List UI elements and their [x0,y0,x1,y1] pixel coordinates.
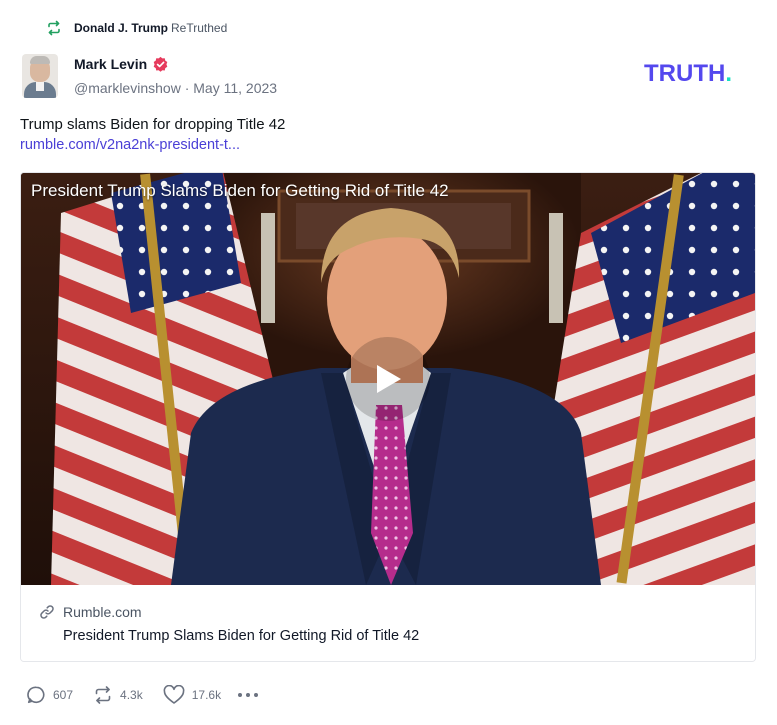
retruth-banner: Donald J. Trump ReTruthed [46,20,227,36]
card-title[interactable]: President Trump Slams Biden for Getting … [63,628,419,644]
retruth-icon [48,20,60,36]
avatar[interactable] [22,54,58,98]
verified-badge-icon [153,56,168,72]
retruth-count: 4.3k [120,688,143,702]
post-actions: 607 4.3k 17.6k [26,684,259,706]
reply-count: 607 [53,688,74,702]
card-meta[interactable]: Rumble.com President Trump Slams Biden f… [21,585,755,661]
post-date[interactable]: May 11, 2023 [193,80,277,96]
retruth-user[interactable]: Donald J. Trump [74,21,168,35]
video-thumbnail[interactable]: President Trump Slams Biden for Getting … [21,173,755,585]
card-source-label: Rumble.com [63,604,142,620]
more-icon [238,693,259,697]
author-handle[interactable]: @marklevinshow [74,80,181,96]
link-icon [40,605,54,619]
link-preview-card[interactable]: President Trump Slams Biden for Getting … [20,172,756,662]
post-author: Mark Levin @marklevinshow · May 11, 2023 [22,54,277,98]
retruth-action-icon [95,686,111,704]
author-name[interactable]: Mark Levin [74,56,147,72]
reply-icon [27,686,45,704]
post-text: Trump slams Biden for dropping Title 42 [20,116,286,133]
reply-button[interactable]: 607 [26,685,73,705]
retruth-action: ReTruthed [171,21,228,35]
logo-text: TRUTH [644,60,726,87]
play-icon [377,365,401,393]
card-source: Rumble.com [39,604,142,620]
more-button[interactable] [237,692,259,698]
video-title: President Trump Slams Biden for Getting … [31,181,449,200]
like-icon [163,685,185,704]
retruth-button[interactable]: 4.3k [93,685,143,705]
like-button[interactable]: 17.6k [163,685,221,705]
truth-logo[interactable]: TRUTH. [644,62,732,86]
logo-dot: . [725,60,732,87]
post-link[interactable]: rumble.com/v2na2nk-president-t... [20,137,240,153]
play-button[interactable] [346,337,430,421]
like-count: 17.6k [191,688,222,702]
separator: · [184,80,194,96]
